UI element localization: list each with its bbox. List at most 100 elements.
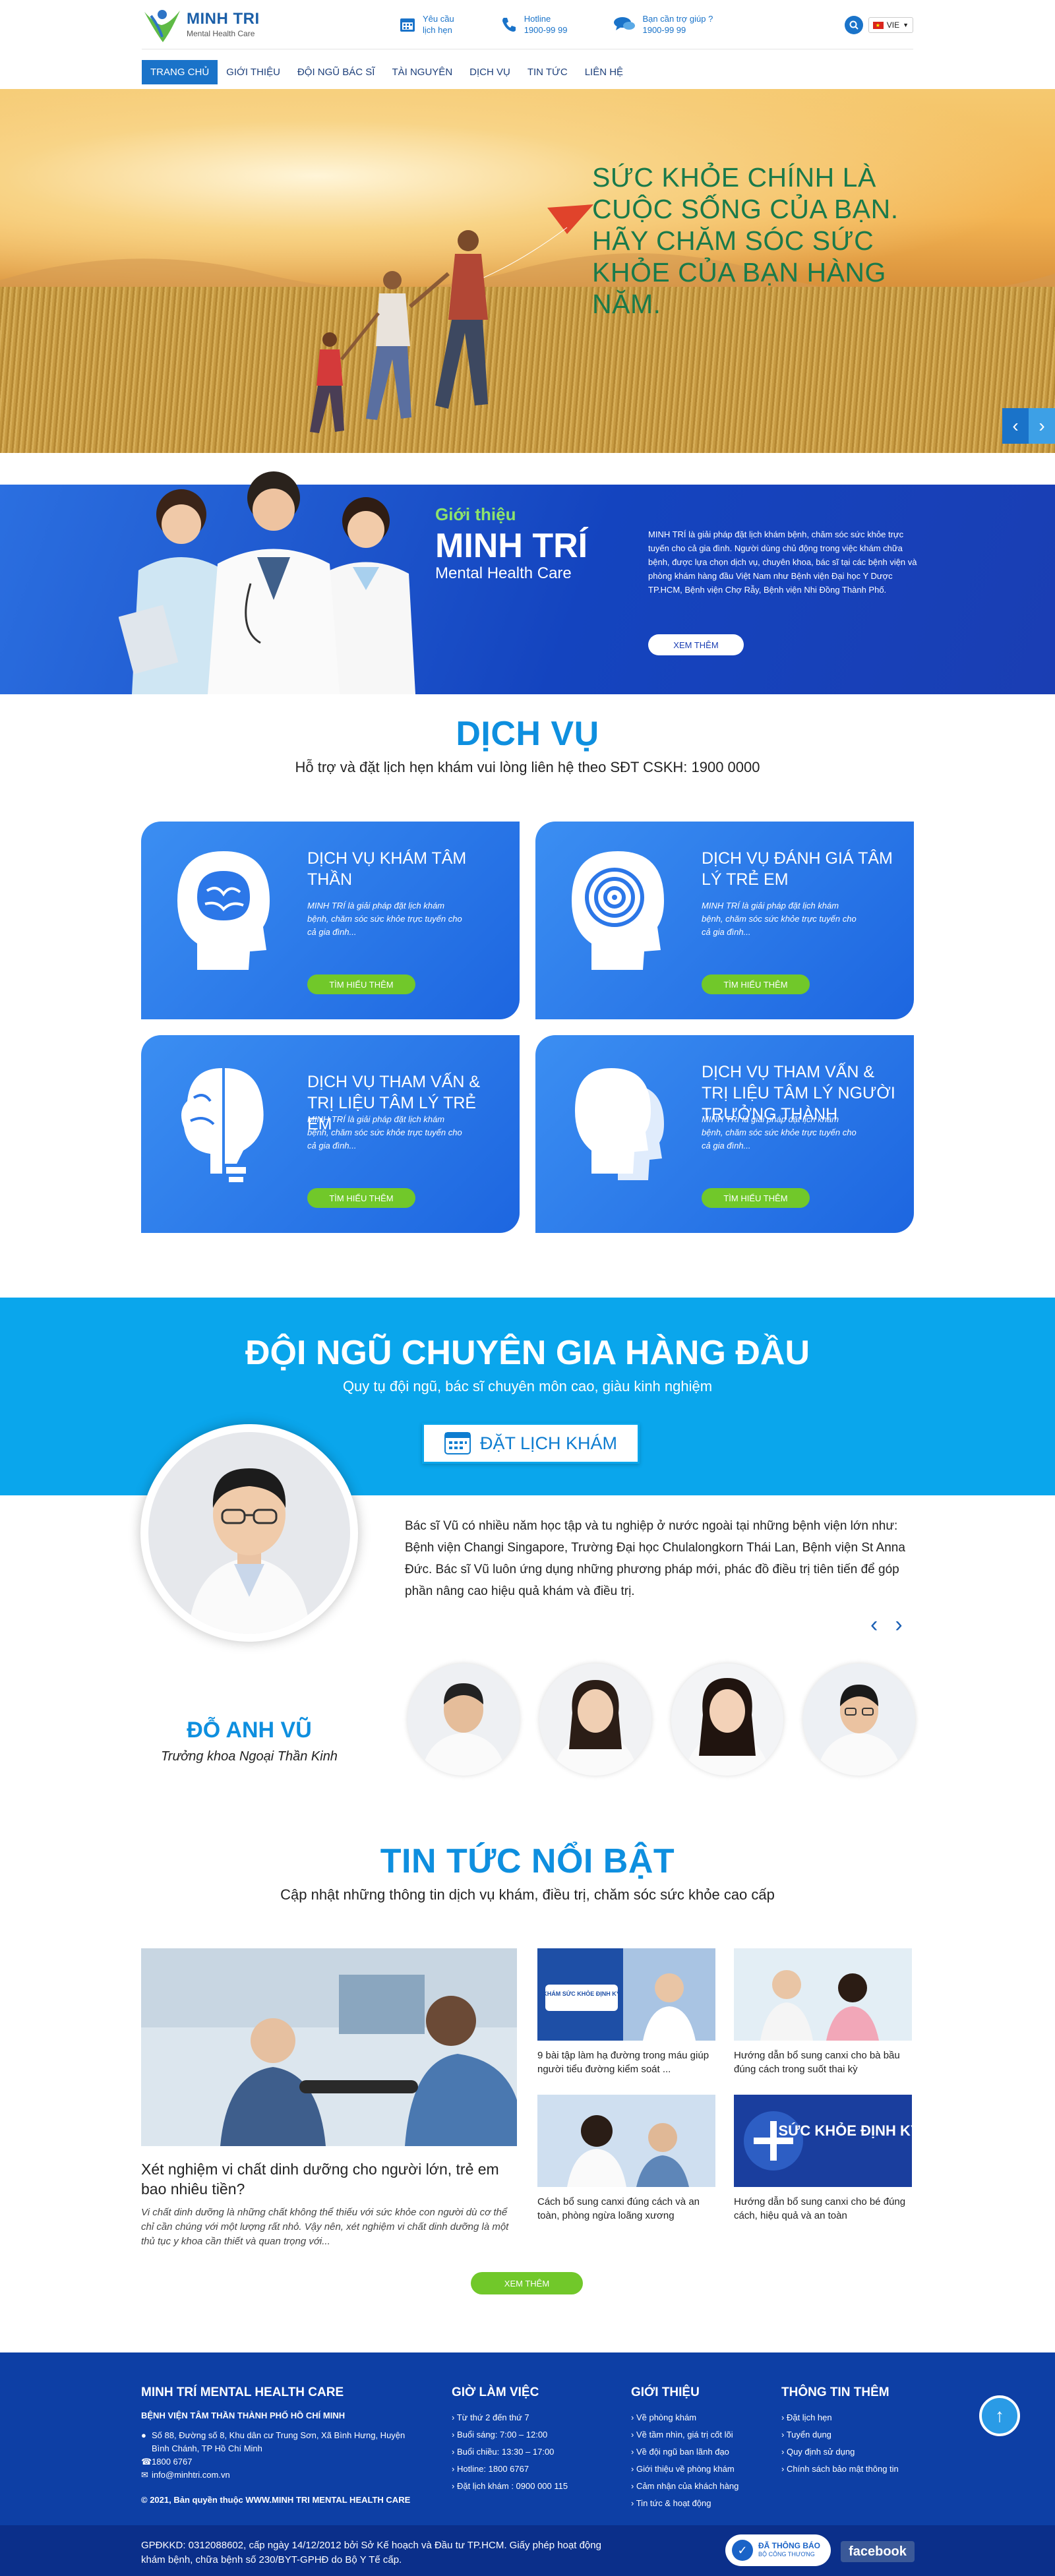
brain-head-icon: [177, 851, 270, 970]
intro-subtitle: Mental Health Care: [435, 564, 572, 582]
calendar-icon: [400, 18, 415, 32]
calendar-icon: [444, 1432, 471, 1454]
brand-tagline: Mental Health Care: [187, 29, 255, 38]
news-title: TIN TỨC NỔI BẬT: [380, 1842, 675, 1880]
nav-news[interactable]: TIN TỨC: [519, 60, 576, 84]
news-item[interactable]: KHÁM SỨC KHỎE ĐỊNH KỲ 9 bài tập làm hạ đ…: [537, 1948, 715, 2076]
footer-company: MINH TRÍ MENTAL HEALTH CARE BỆNH VIỆN TÂ…: [141, 2385, 418, 2507]
contact-sub: lịch hẹn: [423, 25, 452, 35]
footer-address: ● Số 88, Đường số 8, Khu dân cư Trung Sơn…: [141, 2430, 406, 2453]
news-item-title[interactable]: 9 bài tập làm hạ đường trong máu giúp ng…: [537, 2049, 715, 2076]
news-image-label: SỨC KHỎE ĐỊNH KỲ: [778, 2122, 912, 2139]
hero-next-button[interactable]: ›: [1029, 408, 1055, 444]
nav-doctors[interactable]: ĐỘI NGŨ BÁC SĨ: [289, 60, 384, 84]
back-to-top-button[interactable]: ↑: [979, 2395, 1020, 2436]
footer-copyright: © 2021, Bản quyền thuộc WWW.MINH TRI MEN…: [141, 2495, 411, 2505]
footer-link[interactable]: Tin tức & hoạt động: [631, 2495, 776, 2512]
hero-prev-button[interactable]: ‹: [1002, 408, 1029, 444]
footer-link[interactable]: Về đội ngũ ban lãnh đạo: [631, 2443, 776, 2461]
maze-head-icon: [572, 851, 664, 970]
site-header: MINH TRI Mental Health Care Yêu cầu lịch …: [0, 0, 1055, 89]
nav-resources[interactable]: TÀI NGUYÊN: [383, 60, 461, 84]
news-featured[interactable]: Xét nghiệm vi chất dinh dưỡng cho người …: [141, 1948, 517, 2249]
services-subtitle: Hỗ trợ và đặt lịch hẹn khám vui lòng liê…: [295, 759, 760, 775]
service-desc: MINH TRÍ là giải pháp đặt lịch khám bệnh…: [307, 901, 462, 937]
logo[interactable]: MINH TRI Mental Health Care: [142, 5, 293, 44]
news-item-title[interactable]: Hướng dẫn bổ sung canxi cho bé đúng cách…: [734, 2195, 912, 2223]
search-button[interactable]: [844, 16, 863, 34]
footer-hours: GIỜ LÀM VIỆC Từ thứ 2 đến thứ 7 Buổi sán…: [452, 2385, 603, 2495]
intro-label: Giới thiệu: [435, 504, 516, 524]
footer-hours-item: Buổi sáng: 7:00 – 12:00: [452, 2426, 603, 2443]
phone-icon: [502, 18, 516, 32]
footer-link[interactable]: Cảm nhận của khách hàng: [631, 2478, 776, 2495]
language-select[interactable]: VIE ▼: [868, 17, 913, 33]
doctor-thumbnail[interactable]: [803, 1663, 915, 1776]
news-image: [734, 1948, 912, 2041]
news-image: [537, 2095, 715, 2187]
facebook-link[interactable]: facebook: [841, 2541, 915, 2562]
nav-about[interactable]: GIỚI THIỆU: [218, 60, 289, 84]
nav-services[interactable]: DỊCH VỤ: [461, 60, 519, 84]
two-heads-icon: [575, 1068, 664, 1180]
book-appointment-button[interactable]: ĐẶT LỊCH KHÁM: [422, 1423, 640, 1464]
news-subtitle: Cập nhật những thông tin dịch vụ khám, đ…: [280, 1886, 775, 1903]
ministry-badge[interactable]: ✓ ĐÃ THÔNG BÁO BỘ CÔNG THƯƠNG: [725, 2534, 831, 2566]
service-desc: MINH TRÍ là giải pháp đặt lịch khám bệnh…: [702, 1114, 857, 1151]
chat-icon: [614, 17, 636, 30]
service-name: DỊCH VỤ KHÁM TÂM THẦN: [307, 849, 467, 889]
doctor-bio: Bác sĩ Vũ có nhiều năm học tập và tu ngh…: [405, 1519, 905, 1598]
services-grid: DỊCH VỤ KHÁM TÂM THẦN MINH TRÍ là giải p…: [141, 822, 914, 1233]
family-kite-illustration: [310, 204, 593, 433]
service-card[interactable]: DỊCH VỤ THAM VẤN & TRỊ LIỆU TÂM LÝ TRẺ E…: [141, 1035, 520, 1233]
news-featured-title[interactable]: Xét nghiệm vi chất dinh dưỡng cho người …: [141, 2159, 517, 2199]
doctor-thumbnail[interactable]: [539, 1663, 651, 1776]
footer-link[interactable]: Về phòng khám: [631, 2409, 776, 2426]
news-item[interactable]: Hướng dẫn bổ sung canxi cho bà bầu đúng …: [734, 1948, 912, 2076]
experts-prev-button[interactable]: ‹: [870, 1612, 878, 1638]
service-card[interactable]: DỊCH VỤ ĐÁNH GIÁ TÂM LÝ TRẺ EM MINH TRÍ …: [535, 822, 914, 1019]
footer-license: GPĐKKD: 0312088602, cấp ngày 14/12/2012 …: [141, 2540, 601, 2565]
footer-about-title: GIỚI THIỆU: [631, 2385, 700, 2399]
service-card[interactable]: DỊCH VỤ THAM VẤN & TRỊ LIỆU TÂM LÝ NGƯỜI…: [535, 1035, 914, 1233]
book-button-label: ĐẶT LỊCH KHÁM: [479, 1433, 618, 1453]
news-more-button[interactable]: XEM THÊM: [471, 2272, 583, 2294]
doctor-thumbnail[interactable]: [407, 1663, 520, 1776]
footer-link[interactable]: Đặt lịch hẹn: [781, 2409, 940, 2426]
footer-phone: ☎ 1800 6767: [141, 2455, 418, 2469]
nav-contact[interactable]: LIÊN HỆ: [576, 60, 632, 84]
news-item-title[interactable]: Hướng dẫn bổ sung canxi cho bà bầu đúng …: [734, 2049, 912, 2076]
nav-home[interactable]: TRANG CHỦ: [142, 59, 218, 84]
intro-description: MINH TRÍ là giải pháp đặt lịch khám bệnh…: [648, 529, 917, 595]
footer-hours-item: Buổi chiều: 13:30 – 17:00: [452, 2443, 603, 2461]
footer-email[interactable]: ✉ info@minhtri.com.vn: [141, 2469, 418, 2482]
news-item[interactable]: SỨC KHỎE ĐỊNH KỲ Hướng dẫn bổ sung canxi…: [734, 2095, 912, 2223]
footer-link[interactable]: Giới thiệu về phòng khám: [631, 2461, 776, 2478]
news-item[interactable]: Cách bổ sung canxi đúng cách và an toàn,…: [537, 2095, 715, 2223]
service-card[interactable]: DỊCH VỤ KHÁM TÂM THẦN MINH TRÍ là giải p…: [141, 822, 520, 1019]
contact-appointment[interactable]: Yêu cầu lịch hẹn: [399, 13, 454, 36]
doctor-name: ĐỖ ANH VŨ: [187, 1718, 312, 1743]
service-more-button[interactable]: TÌM HIỂU THÊM: [702, 974, 810, 994]
footer-bottom-bar: GPĐKKD: 0312088602, cấp ngày 14/12/2012 …: [0, 2525, 1055, 2576]
service-more-button[interactable]: TÌM HIỂU THÊM: [307, 974, 415, 994]
doctor-thumbnail[interactable]: [671, 1663, 783, 1776]
footer-link[interactable]: Quy định sử dụng: [781, 2443, 940, 2461]
experts-next-button[interactable]: ›: [895, 1612, 902, 1638]
contact-label: Hotline: [524, 14, 551, 24]
hero-arrows: ‹ ›: [1002, 408, 1055, 444]
service-more-button[interactable]: TÌM HIỂU THÊM: [307, 1188, 415, 1208]
footer-link[interactable]: Về tầm nhìn, giá trị cốt lõi: [631, 2426, 776, 2443]
service-desc: MINH TRÍ là giải pháp đặt lịch khám bệnh…: [702, 901, 857, 937]
footer-link[interactable]: Tuyển dụng: [781, 2426, 940, 2443]
contact-hotline[interactable]: Hotline 1900-99 99: [500, 13, 567, 36]
brain-bulb-icon: [181, 1068, 264, 1182]
news-item-title[interactable]: Cách bổ sung canxi đúng cách và an toàn,…: [537, 2195, 715, 2223]
footer-link[interactable]: Chính sách bảo mật thông tin: [781, 2461, 940, 2478]
intro-more-button[interactable]: XEM THÊM: [648, 634, 744, 655]
contact-help[interactable]: Bạn cần trợ giúp ? 1900-99 99: [613, 13, 713, 36]
chevron-down-icon: ▼: [903, 22, 909, 28]
service-more-button[interactable]: TÌM HIỂU THÊM: [702, 1188, 810, 1208]
site-footer: MINH TRÍ MENTAL HEALTH CARE BỆNH VIỆN TÂ…: [0, 2352, 1055, 2525]
check-icon: ✓: [732, 2540, 753, 2561]
